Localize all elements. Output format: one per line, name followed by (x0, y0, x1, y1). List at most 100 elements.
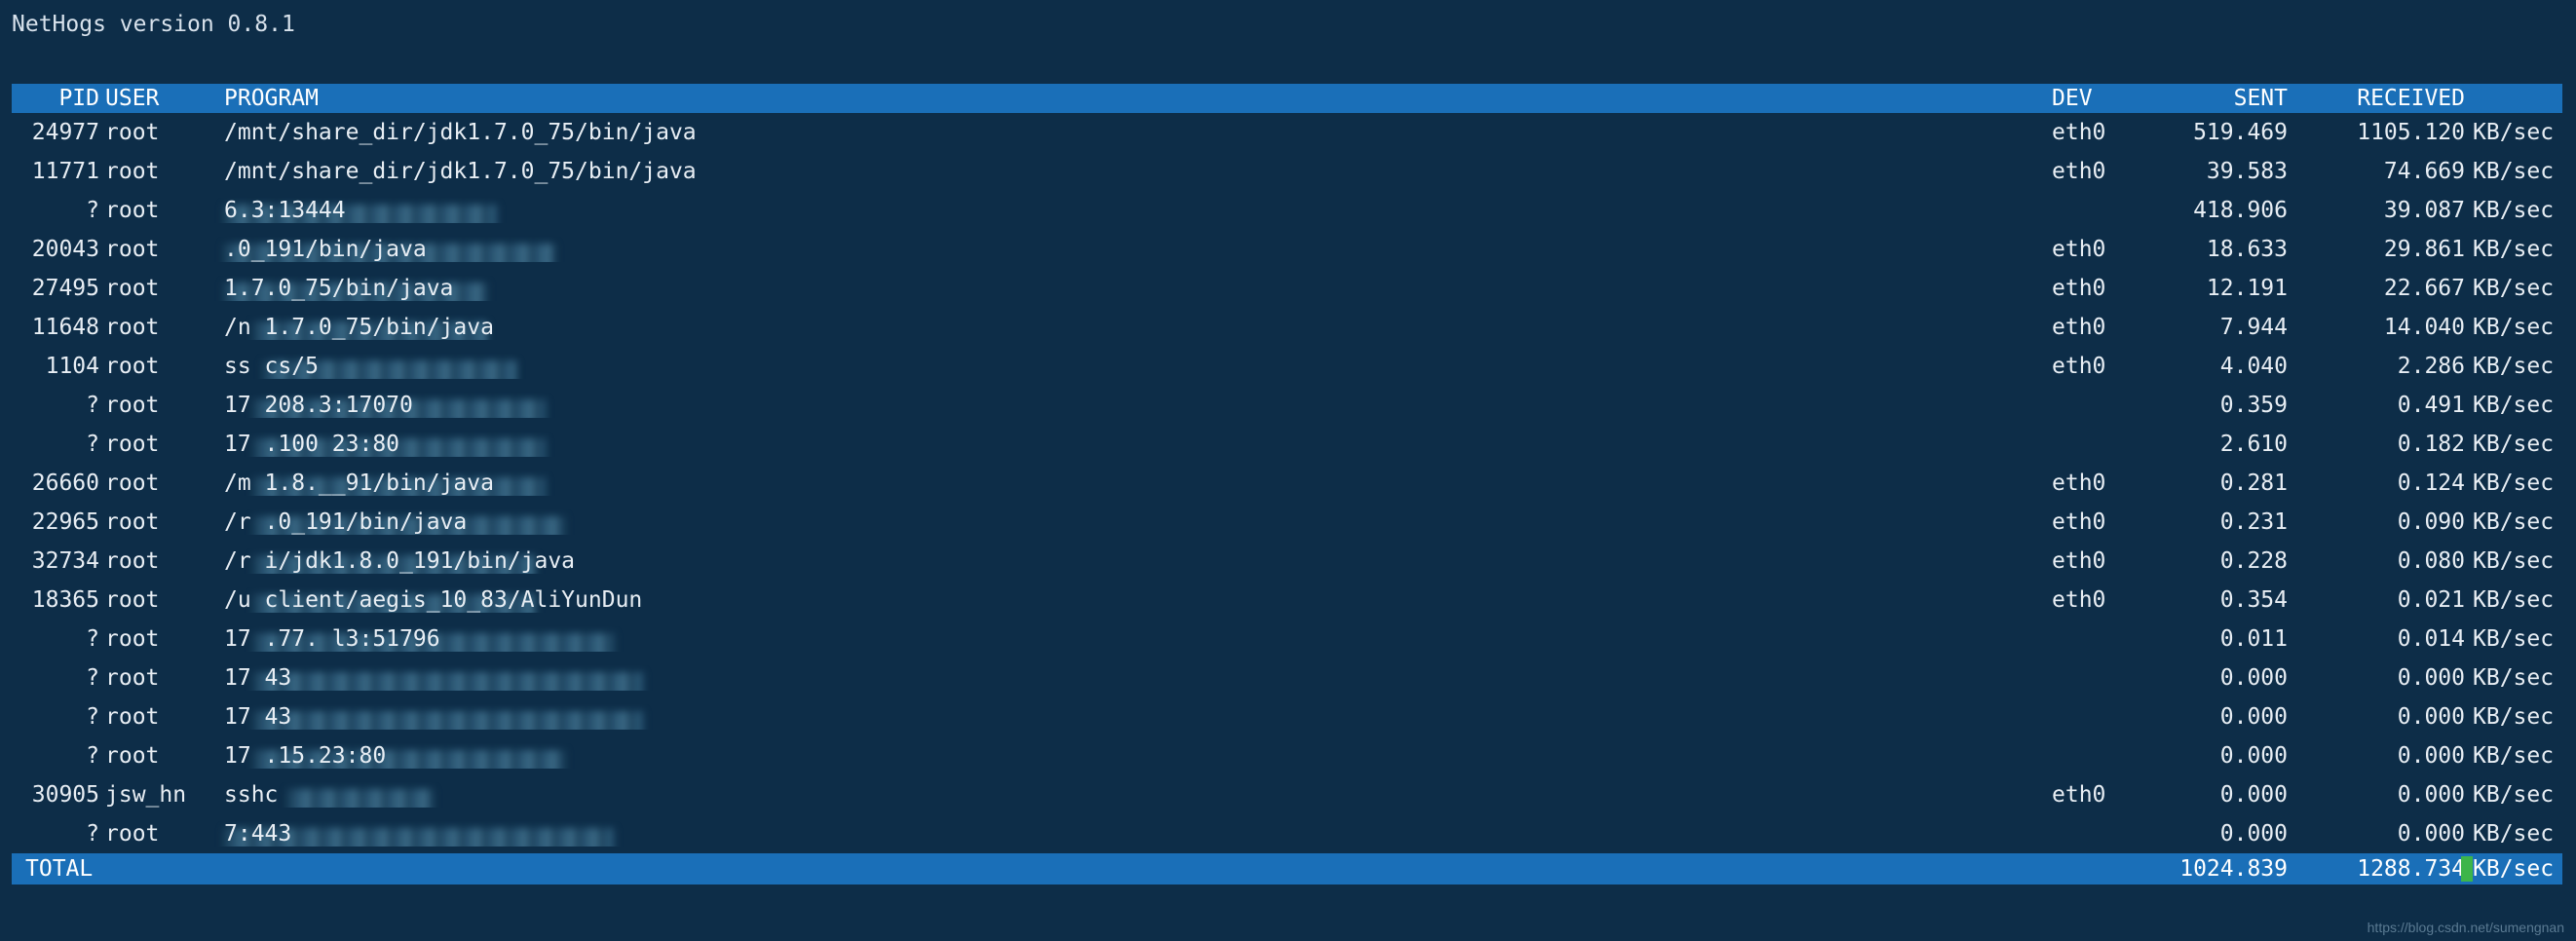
table-header: PID USER PROGRAM DEV SENT RECEIVED (12, 84, 2562, 113)
cell-program: sshc (210, 782, 2052, 808)
cell-unit: KB/sec (2465, 821, 2562, 847)
cell-pid: ? (12, 432, 105, 457)
cell-unit: KB/sec (2465, 509, 2562, 535)
cell-program: 17 .100 23:80 (210, 432, 2052, 457)
cell-unit: KB/sec (2465, 432, 2562, 457)
cell-pid: ? (12, 704, 105, 730)
cell-program: /mnt/share_dir/jdk1.7.0_75/bin/java (210, 120, 2052, 145)
cell-program: 1.7.0_75/bin/java (210, 276, 2052, 301)
cell-sent: 12.191 (2145, 276, 2288, 301)
cell-user: root (105, 626, 210, 652)
cell-sent: 0.000 (2145, 821, 2288, 847)
cell-sent: 39.583 (2145, 159, 2288, 184)
cell-program: 7:443 (210, 821, 2052, 847)
cell-pid: 24977 (12, 120, 105, 145)
total-unit: KB/sec (2465, 856, 2562, 883)
cell-user: root (105, 315, 210, 340)
cell-pid: ? (12, 626, 105, 652)
cell-unit: KB/sec (2465, 587, 2562, 613)
cell-unit: KB/sec (2465, 548, 2562, 574)
cell-unit: KB/sec (2465, 665, 2562, 691)
cell-pid: 30905 (12, 782, 105, 808)
cell-received: 0.124 (2288, 470, 2465, 496)
cell-pid: 26660 (12, 470, 105, 496)
table-row: 1104rootss cs/5eth04.0402.286KB/sec (12, 347, 2562, 386)
cell-pid: ? (12, 393, 105, 418)
cell-user: root (105, 548, 210, 574)
table-row: ?root17 .77. l3:517960.0110.014KB/sec (12, 620, 2562, 659)
table-row: ?root17 208.3:170700.3590.491KB/sec (12, 386, 2562, 425)
cell-sent: 0.000 (2145, 743, 2288, 769)
table-row: 27495root 1.7.0_75/bin/javaeth012.19122.… (12, 269, 2562, 308)
app-title: NetHogs version 0.8.1 (12, 12, 2564, 37)
cell-user: root (105, 509, 210, 535)
cell-unit: KB/sec (2465, 393, 2562, 418)
cell-unit: KB/sec (2465, 198, 2562, 223)
cell-pid: 11771 (12, 159, 105, 184)
cell-dev: eth0 (2052, 587, 2145, 613)
cell-received: 0.080 (2288, 548, 2465, 574)
cell-unit: KB/sec (2465, 120, 2562, 145)
cell-sent: 4.040 (2145, 354, 2288, 379)
cell-user: root (105, 198, 210, 223)
table-row: 24977root/mnt/share_dir/jdk1.7.0_75/bin/… (12, 113, 2562, 152)
cell-unit: KB/sec (2465, 470, 2562, 496)
cell-received: 0.000 (2288, 665, 2465, 691)
header-user: USER (105, 86, 210, 111)
cell-received: 0.014 (2288, 626, 2465, 652)
table-row: 18365root/u client/aegis_10_83/AliYunDun… (12, 581, 2562, 620)
cell-unit: KB/sec (2465, 315, 2562, 340)
cell-pid: ? (12, 743, 105, 769)
cell-received: 0.000 (2288, 821, 2465, 847)
cell-program: 17 .77. l3:51796 (210, 626, 2052, 652)
cell-dev: eth0 (2052, 354, 2145, 379)
header-pid: PID (12, 86, 105, 111)
cell-unit: KB/sec (2465, 276, 2562, 301)
cell-user: root (105, 354, 210, 379)
table-row: ?root 6.3:13444418.90639.087KB/sec (12, 191, 2562, 230)
cell-sent: 418.906 (2145, 198, 2288, 223)
cell-user: root (105, 237, 210, 262)
cell-user: root (105, 821, 210, 847)
cell-program: 17 43 (210, 704, 2052, 730)
cell-pid: 27495 (12, 276, 105, 301)
cell-sent: 0.228 (2145, 548, 2288, 574)
cell-sent: 0.359 (2145, 393, 2288, 418)
cell-sent: 0.011 (2145, 626, 2288, 652)
cell-received: 1105.120 (2288, 120, 2465, 145)
cell-user: root (105, 665, 210, 691)
cell-received: 0.000 (2288, 782, 2465, 808)
table-row: 32734root/r i/jdk1.8.0_191/bin/javaeth00… (12, 542, 2562, 581)
cell-user: root (105, 120, 210, 145)
cell-unit: KB/sec (2465, 354, 2562, 379)
header-dev: DEV (2052, 86, 2145, 111)
cell-program: /r .0_191/bin/java (210, 509, 2052, 535)
cell-program: 17 208.3:17070 (210, 393, 2052, 418)
cell-received: 74.669 (2288, 159, 2465, 184)
cell-dev: eth0 (2052, 237, 2145, 262)
cell-user: root (105, 276, 210, 301)
cell-received: 0.491 (2288, 393, 2465, 418)
cell-received: 22.667 (2288, 276, 2465, 301)
cell-program: 17 43 (210, 665, 2052, 691)
header-sent: SENT (2145, 86, 2288, 111)
table-row: 26660root/m 1.8.__91/bin/javaeth00.2810.… (12, 464, 2562, 503)
table-row: 11771root/mnt/share_dir/jdk1.7.0_75/bin/… (12, 152, 2562, 191)
cursor-icon (2461, 856, 2473, 882)
cell-unit: KB/sec (2465, 704, 2562, 730)
cell-sent: 519.469 (2145, 120, 2288, 145)
cell-user: root (105, 432, 210, 457)
total-row: TOTAL 1024.839 1288.734 KB/sec (12, 853, 2562, 885)
table-row: ?root17 430.0000.000KB/sec (12, 697, 2562, 736)
header-received: RECEIVED (2288, 86, 2465, 111)
cell-received: 2.286 (2288, 354, 2465, 379)
cell-program: .0_191/bin/java (210, 237, 2052, 262)
table-row: 30905jsw_hnsshceth00.0000.000KB/sec (12, 775, 2562, 814)
table-row: 11648root/n 1.7.0_75/bin/javaeth07.94414… (12, 308, 2562, 347)
cell-pid: ? (12, 198, 105, 223)
cell-dev: eth0 (2052, 120, 2145, 145)
cell-pid: ? (12, 821, 105, 847)
cell-user: root (105, 587, 210, 613)
cell-dev: eth0 (2052, 315, 2145, 340)
cell-program: /u client/aegis_10_83/AliYunDun (210, 587, 2052, 613)
